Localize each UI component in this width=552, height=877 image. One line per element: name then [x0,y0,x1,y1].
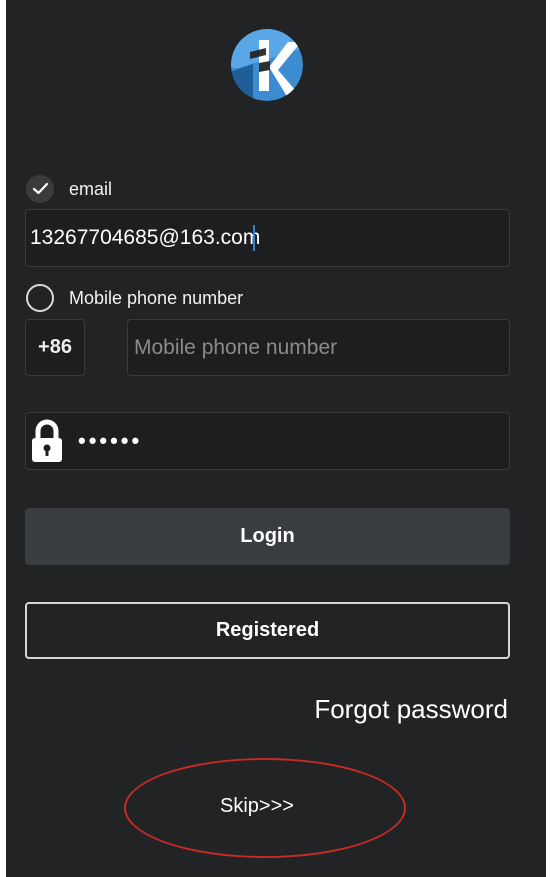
email-option[interactable]: email [26,174,112,204]
password-mask: •••••• [78,428,143,453]
mobile-placeholder-text: Mobile phone number [134,335,338,359]
email-input[interactable]: 13267704685@163.com [25,209,510,267]
mobile-radio[interactable] [26,284,54,312]
email-value-text: 13267704685@163.com [30,226,261,249]
email-option-label: email [69,178,113,199]
lock-icon [32,419,62,462]
k-logo-icon [231,29,303,101]
country-code-value: +86 [38,336,72,358]
login-screen: email 13267704685@163.com Mobile phone n… [6,0,546,877]
text-cursor [253,225,256,251]
forgot-password-link[interactable]: Forgot password [314,694,508,725]
country-code-field[interactable]: +86 [25,319,85,376]
registered-button[interactable]: Registered [25,602,510,659]
mobile-option[interactable]: Mobile phone number [26,283,243,313]
mobile-number-input[interactable]: Mobile phone number [127,319,510,376]
mobile-option-label: Mobile phone number [69,287,244,308]
skip-link[interactable]: Skip>>> [220,795,294,818]
checkmark-icon [32,182,48,195]
password-input[interactable]: •••••• [25,412,510,470]
email-radio[interactable] [26,175,54,203]
login-button[interactable]: Login [25,508,510,565]
